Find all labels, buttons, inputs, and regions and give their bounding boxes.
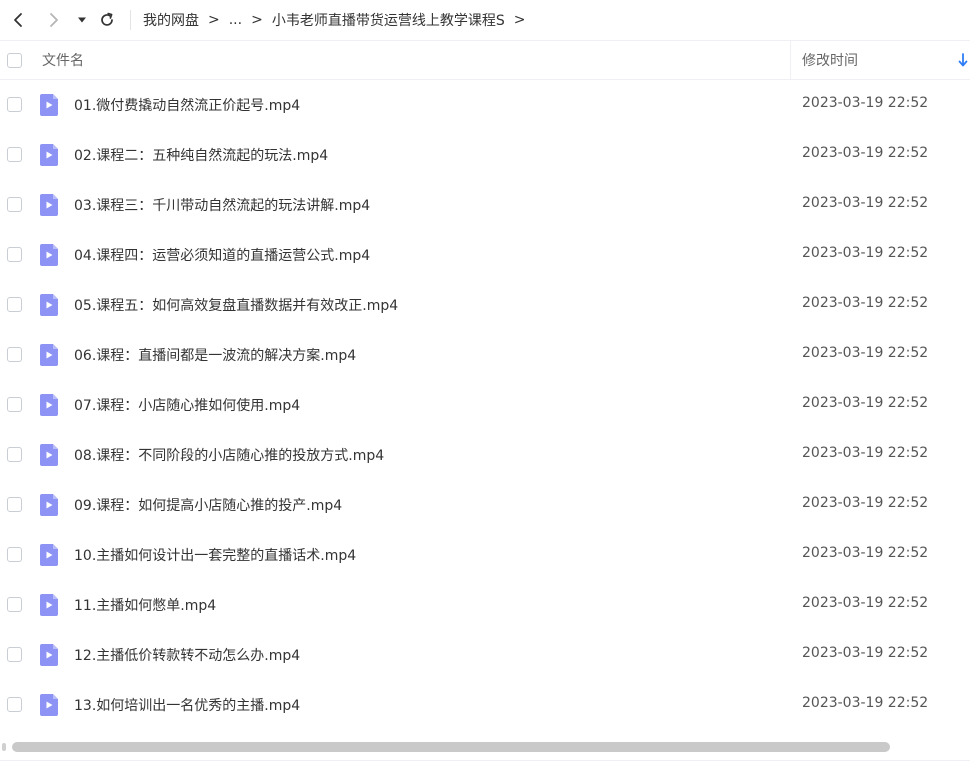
row-checkbox[interactable] bbox=[7, 597, 22, 612]
row-checkbox[interactable] bbox=[7, 647, 22, 662]
breadcrumb-ellipsis[interactable]: ... bbox=[229, 12, 242, 28]
file-name[interactable]: 13.如何培训出一名优秀的主播.mp4 bbox=[74, 695, 300, 715]
video-file-icon bbox=[40, 544, 58, 566]
list-item[interactable]: 11.主播如何憋单.mp4 2023-03-19 22:52 bbox=[0, 580, 970, 630]
file-modified-time: 2023-03-19 22:52 bbox=[802, 295, 929, 311]
video-file-icon bbox=[40, 394, 58, 416]
video-file-icon bbox=[40, 144, 58, 166]
list-item[interactable]: 02.课程二：五种纯自然流起的玩法.mp4 2023-03-19 22:52 bbox=[0, 130, 970, 180]
select-all-checkbox[interactable] bbox=[7, 53, 22, 68]
history-dropdown-button[interactable] bbox=[72, 2, 92, 38]
chevron-right-icon bbox=[50, 13, 58, 27]
toolbar-divider bbox=[130, 10, 131, 30]
list-item[interactable]: 04.课程四：运营必须知道的直播运营公式.mp4 2023-03-19 22:5… bbox=[0, 230, 970, 280]
refresh-icon bbox=[101, 12, 113, 26]
breadcrumb-root[interactable]: 我的网盘 bbox=[143, 10, 199, 30]
list-item[interactable]: 08.课程：不同阶段的小店随心推的投放方式.mp4 2023-03-19 22:… bbox=[0, 430, 970, 480]
caret-down-icon bbox=[78, 17, 86, 23]
arrow-down-icon[interactable] bbox=[958, 53, 968, 67]
list-item[interactable]: 13.如何培训出一名优秀的主播.mp4 2023-03-19 22:52 bbox=[0, 680, 970, 730]
list-item[interactable]: 01.微付费撬动自然流正价起号.mp4 2023-03-19 22:52 bbox=[0, 80, 970, 130]
video-file-icon bbox=[40, 244, 58, 266]
video-file-icon bbox=[40, 694, 58, 716]
back-button[interactable] bbox=[0, 2, 36, 38]
file-name[interactable]: 02.课程二：五种纯自然流起的玩法.mp4 bbox=[74, 145, 328, 165]
file-name[interactable]: 03.课程三：千川带动自然流起的玩法讲解.mp4 bbox=[74, 195, 370, 215]
file-list: 01.微付费撬动自然流正价起号.mp4 2023-03-19 22:52 02.… bbox=[0, 80, 970, 730]
file-modified-time: 2023-03-19 22:52 bbox=[802, 95, 929, 111]
scroll-left-arrow[interactable] bbox=[2, 743, 6, 751]
video-file-icon bbox=[40, 494, 58, 516]
file-modified-time: 2023-03-19 22:52 bbox=[802, 245, 929, 261]
file-name[interactable]: 01.微付费撬动自然流正价起号.mp4 bbox=[74, 95, 300, 115]
row-checkbox[interactable] bbox=[7, 197, 22, 212]
row-checkbox[interactable] bbox=[7, 397, 22, 412]
row-checkbox[interactable] bbox=[7, 447, 22, 462]
video-file-icon bbox=[40, 444, 58, 466]
file-modified-time: 2023-03-19 22:52 bbox=[802, 395, 929, 411]
video-file-icon bbox=[40, 594, 58, 616]
breadcrumb: 我的网盘 > ... > 小韦老师直播带货运营线上教学课程S > bbox=[143, 10, 534, 30]
file-modified-time: 2023-03-19 22:52 bbox=[802, 145, 929, 161]
scrollbar-thumb[interactable] bbox=[12, 742, 890, 752]
row-checkbox[interactable] bbox=[7, 247, 22, 262]
file-modified-time: 2023-03-19 22:52 bbox=[802, 495, 929, 511]
video-file-icon bbox=[40, 294, 58, 316]
refresh-button[interactable] bbox=[92, 2, 122, 38]
row-checkbox[interactable] bbox=[7, 297, 22, 312]
row-checkbox[interactable] bbox=[7, 547, 22, 562]
row-checkbox[interactable] bbox=[7, 97, 22, 112]
divider bbox=[0, 760, 970, 761]
forward-button[interactable] bbox=[36, 2, 72, 38]
file-modified-time: 2023-03-19 22:52 bbox=[802, 645, 929, 661]
list-item[interactable]: 05.课程五：如何高效复盘直播数据并有效改正.mp4 2023-03-19 22… bbox=[0, 280, 970, 330]
breadcrumb-current[interactable]: 小韦老师直播带货运营线上教学课程S bbox=[272, 10, 505, 30]
row-checkbox[interactable] bbox=[7, 347, 22, 362]
list-item[interactable]: 07.课程：小店随心推如何使用.mp4 2023-03-19 22:52 bbox=[0, 380, 970, 430]
column-header-modified[interactable]: 修改时间 bbox=[802, 50, 858, 70]
file-modified-time: 2023-03-19 22:52 bbox=[802, 545, 929, 561]
table-header: 文件名 修改时间 bbox=[0, 40, 970, 80]
breadcrumb-separator: > bbox=[208, 12, 220, 28]
video-file-icon bbox=[40, 94, 58, 116]
list-item[interactable]: 12.主播低价转款转不动怎么办.mp4 2023-03-19 22:52 bbox=[0, 630, 970, 680]
file-modified-time: 2023-03-19 22:52 bbox=[802, 445, 929, 461]
breadcrumb-separator[interactable]: > bbox=[514, 12, 526, 28]
file-name[interactable]: 04.课程四：运营必须知道的直播运营公式.mp4 bbox=[74, 245, 370, 265]
column-header-name[interactable]: 文件名 bbox=[42, 50, 84, 70]
file-modified-time: 2023-03-19 22:52 bbox=[802, 695, 929, 711]
video-file-icon bbox=[40, 644, 58, 666]
file-modified-time: 2023-03-19 22:52 bbox=[802, 345, 929, 361]
file-name[interactable]: 07.课程：小店随心推如何使用.mp4 bbox=[74, 395, 300, 415]
file-name[interactable]: 11.主播如何憋单.mp4 bbox=[74, 595, 216, 615]
toolbar: 我的网盘 > ... > 小韦老师直播带货运营线上教学课程S > bbox=[0, 0, 970, 40]
file-name[interactable]: 06.课程：直播间都是一波流的解决方案.mp4 bbox=[74, 345, 356, 365]
file-name[interactable]: 12.主播低价转款转不动怎么办.mp4 bbox=[74, 645, 300, 665]
row-checkbox[interactable] bbox=[7, 697, 22, 712]
video-file-icon bbox=[40, 194, 58, 216]
row-checkbox[interactable] bbox=[7, 497, 22, 512]
file-name[interactable]: 09.课程：如何提高小店随心推的投产.mp4 bbox=[74, 495, 342, 515]
column-divider[interactable] bbox=[790, 41, 791, 79]
file-modified-time: 2023-03-19 22:52 bbox=[802, 595, 929, 611]
list-item[interactable]: 06.课程：直播间都是一波流的解决方案.mp4 2023-03-19 22:52 bbox=[0, 330, 970, 380]
breadcrumb-separator: > bbox=[251, 12, 263, 28]
file-modified-time: 2023-03-19 22:52 bbox=[802, 195, 929, 211]
video-file-icon bbox=[40, 344, 58, 366]
list-item[interactable]: 03.课程三：千川带动自然流起的玩法讲解.mp4 2023-03-19 22:5… bbox=[0, 180, 970, 230]
file-name[interactable]: 05.课程五：如何高效复盘直播数据并有效改正.mp4 bbox=[74, 295, 398, 315]
file-name[interactable]: 10.主播如何设计出一套完整的直播话术.mp4 bbox=[74, 545, 356, 565]
row-checkbox[interactable] bbox=[7, 147, 22, 162]
file-name[interactable]: 08.课程：不同阶段的小店随心推的投放方式.mp4 bbox=[74, 445, 384, 465]
horizontal-scrollbar[interactable] bbox=[0, 740, 970, 754]
list-item[interactable]: 10.主播如何设计出一套完整的直播话术.mp4 2023-03-19 22:52 bbox=[0, 530, 970, 580]
list-item[interactable]: 09.课程：如何提高小店随心推的投产.mp4 2023-03-19 22:52 bbox=[0, 480, 970, 530]
chevron-left-icon bbox=[14, 13, 22, 27]
